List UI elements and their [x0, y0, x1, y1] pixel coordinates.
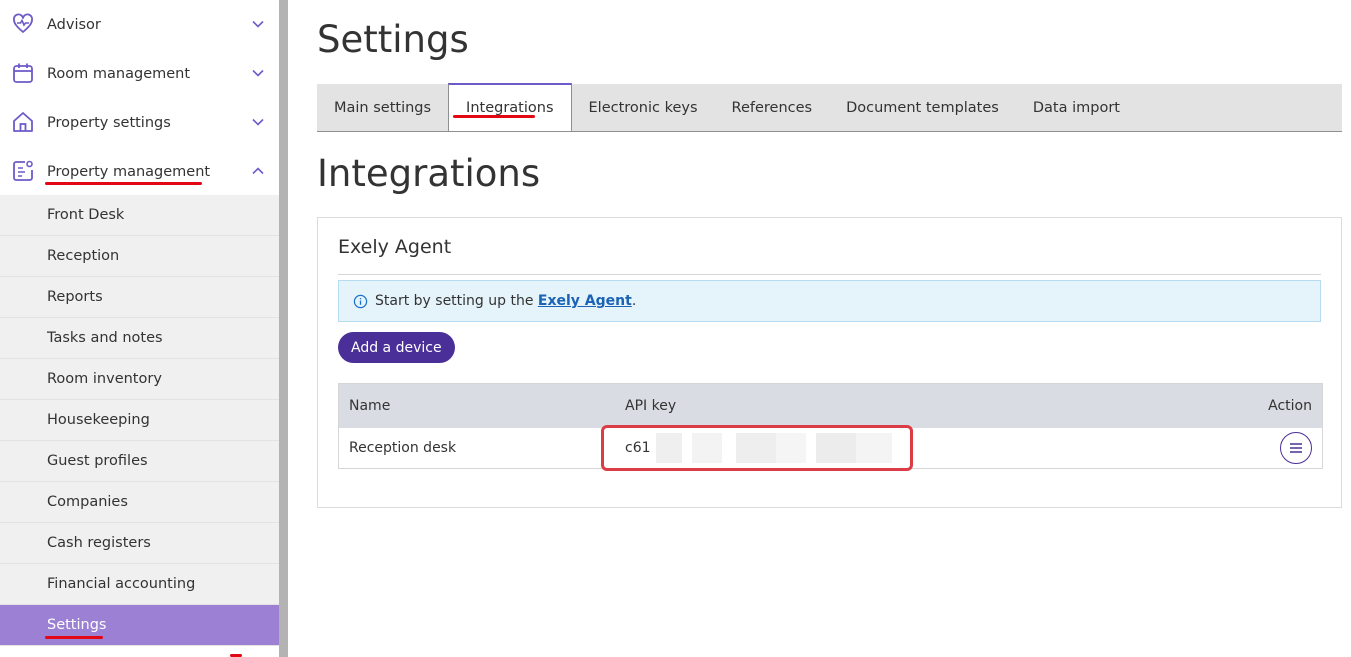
tab-data-import[interactable]: Data import — [1016, 84, 1137, 131]
chevron-down-icon — [252, 118, 264, 126]
tab-integrations[interactable]: Integrations — [448, 83, 572, 131]
info-banner: Start by setting up the Exely Agent . — [338, 280, 1321, 322]
property-management-submenu: Front Desk Reception Reports Tasks and n… — [0, 195, 279, 646]
sidebar-item-label: Advisor — [47, 16, 101, 33]
submenu-item-room-inventory[interactable]: Room inventory — [0, 359, 279, 400]
heart-pulse-icon — [13, 13, 33, 33]
sidebar-item-label: Room management — [47, 65, 191, 82]
submenu-item-companies[interactable]: Companies — [0, 482, 279, 523]
column-header-api-key: API key — [625, 398, 677, 414]
add-device-button[interactable]: Add a device — [338, 332, 455, 363]
divider — [338, 274, 1321, 275]
exely-agent-link[interactable]: Exely Agent — [538, 293, 632, 309]
info-text-suffix: . — [631, 293, 637, 309]
tab-document-templates[interactable]: Document templates — [829, 84, 1016, 131]
page-title: Settings — [317, 18, 469, 61]
hamburger-menu-icon — [1290, 443, 1302, 453]
submenu-item-financial-accounting[interactable]: Financial accounting — [0, 564, 279, 605]
table-header: Name API key Action — [339, 384, 1322, 428]
submenu-item-settings[interactable]: Settings — [0, 605, 279, 646]
sidebar-item-label: Property settings — [47, 114, 171, 131]
settings-tabs: Main settings Integrations Electronic ke… — [317, 83, 1342, 132]
submenu-item-guest-profiles[interactable]: Guest profiles — [0, 441, 279, 482]
sidebar-item-room-management[interactable]: Room management — [0, 49, 279, 98]
info-text: Start by setting up the — [375, 293, 538, 309]
chevron-down-icon — [252, 20, 264, 28]
info-icon — [353, 294, 368, 308]
sidebar-scrollbar[interactable] — [279, 0, 288, 657]
red-box-annotation — [601, 425, 913, 471]
chevron-down-icon — [252, 69, 264, 77]
submenu-item-front-desk[interactable]: Front Desk — [0, 195, 279, 236]
home-icon — [13, 112, 33, 132]
tab-label: Integrations — [466, 100, 554, 116]
row-actions-button[interactable] — [1280, 432, 1312, 464]
column-header-action: Action — [1268, 398, 1312, 414]
red-underline-annotation — [45, 636, 103, 639]
sidebar: Advisor Room management Property setting… — [0, 0, 279, 657]
tab-references[interactable]: References — [715, 84, 830, 131]
tab-electronic-keys[interactable]: Electronic keys — [572, 84, 715, 131]
submenu-item-reception[interactable]: Reception — [0, 236, 279, 277]
sidebar-item-advisor[interactable]: Advisor — [0, 0, 279, 49]
card-title: Exely Agent — [338, 236, 452, 258]
calendar-icon — [13, 63, 33, 83]
clipboard-user-icon — [13, 160, 33, 181]
device-name-cell: Reception desk — [349, 440, 457, 456]
submenu-item-cash-registers[interactable]: Cash registers — [0, 523, 279, 564]
red-underline-annotation — [453, 115, 535, 118]
sidebar-item-label: Property management — [47, 163, 211, 180]
submenu-item-housekeeping[interactable]: Housekeeping — [0, 400, 279, 441]
action-cell — [1280, 428, 1312, 468]
column-header-name: Name — [349, 398, 391, 414]
section-title: Integrations — [317, 152, 541, 195]
submenu-item-tasks-and-notes[interactable]: Tasks and notes — [0, 318, 279, 359]
tab-main-settings[interactable]: Main settings — [317, 84, 448, 131]
sidebar-item-property-management[interactable]: Property management — [0, 147, 279, 196]
main-content: Settings Main settings Integrations Elec… — [288, 0, 1351, 657]
submenu-item-reports[interactable]: Reports — [0, 277, 279, 318]
chevron-up-icon — [252, 167, 264, 175]
red-underline-annotation — [45, 182, 202, 185]
sidebar-item-property-settings[interactable]: Property settings — [0, 98, 279, 147]
